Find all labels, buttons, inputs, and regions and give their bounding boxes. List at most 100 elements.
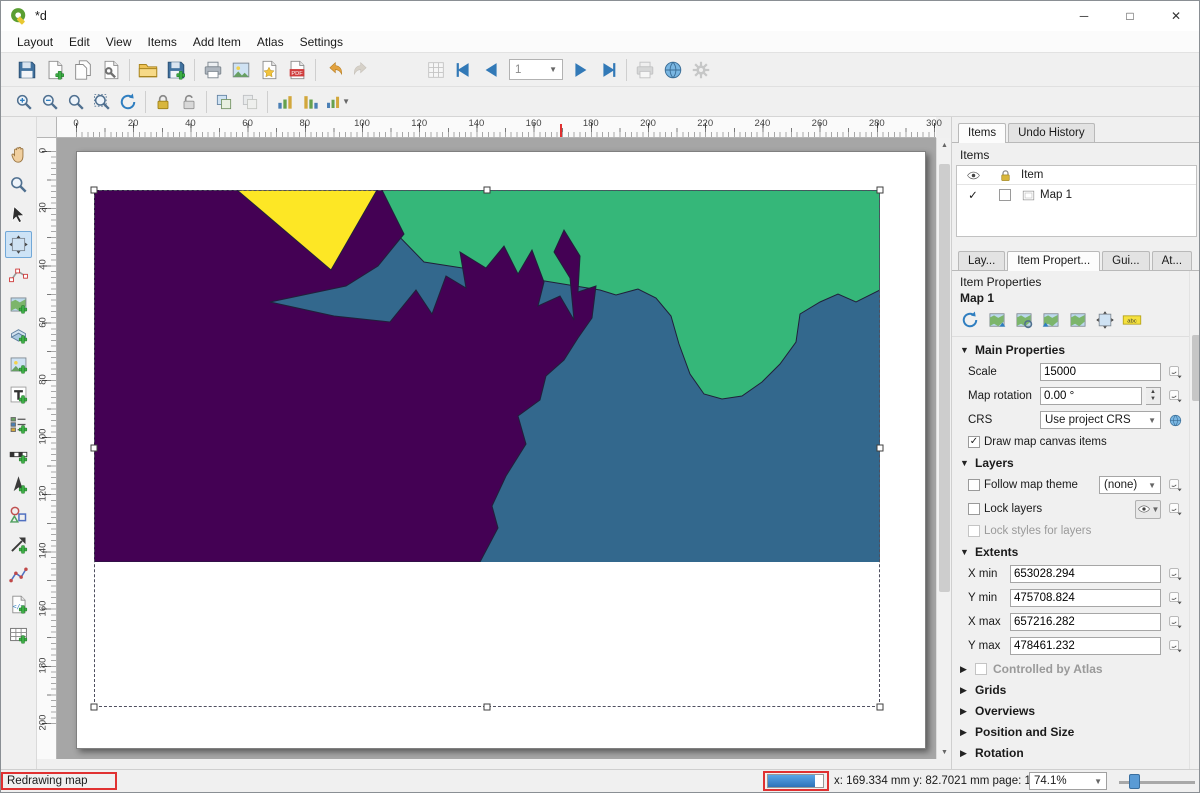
pan-layout-button[interactable] bbox=[5, 141, 32, 168]
atlas-last-feature-button[interactable] bbox=[594, 56, 622, 84]
atlas-previous-feature-button[interactable] bbox=[478, 56, 506, 84]
section-controlled-by-atlas[interactable]: ▶Controlled by Atlas bbox=[958, 658, 1185, 679]
add-3d-map-button[interactable] bbox=[5, 321, 32, 348]
resize-arrange-button[interactable]: ▼ bbox=[324, 89, 350, 115]
canvas-vertical-scrollbar[interactable]: ▲ ▼ bbox=[936, 138, 951, 759]
minimize-button[interactable]: ─ bbox=[1061, 1, 1107, 31]
interactively-edit-extent-button[interactable] bbox=[1093, 308, 1117, 332]
labeling-settings-button[interactable] bbox=[1120, 308, 1144, 332]
select-move-item-button[interactable] bbox=[5, 201, 32, 228]
export-svg-button[interactable] bbox=[255, 56, 283, 84]
save-project-button[interactable] bbox=[13, 56, 41, 84]
data-defined-override-button[interactable] bbox=[1165, 500, 1185, 519]
selection-handle[interactable] bbox=[877, 704, 884, 711]
unlock-all-items-button[interactable] bbox=[176, 89, 202, 115]
follow-map-theme-checkbox[interactable] bbox=[968, 479, 980, 491]
add-items-from-template-button[interactable] bbox=[134, 56, 162, 84]
controlled-by-atlas-checkbox[interactable] bbox=[975, 663, 987, 675]
zoom-level-combo[interactable]: 74.1%▼ bbox=[1029, 772, 1107, 790]
set-map-extent-to-canvas-button[interactable] bbox=[985, 308, 1009, 332]
add-shape-button[interactable] bbox=[5, 501, 32, 528]
export-pdf-button[interactable] bbox=[283, 56, 311, 84]
spin-down-icon[interactable]: ▼ bbox=[1150, 396, 1156, 403]
undo-button[interactable] bbox=[320, 56, 348, 84]
print-layout-button[interactable] bbox=[199, 56, 227, 84]
x-min-input[interactable] bbox=[1010, 565, 1161, 583]
lock-selected-items-button[interactable] bbox=[150, 89, 176, 115]
duplicate-layout-button[interactable] bbox=[69, 56, 97, 84]
selection-handle[interactable] bbox=[877, 187, 884, 194]
panel-scrollbar[interactable] bbox=[1189, 271, 1200, 769]
set-scale-to-canvas-button[interactable] bbox=[1039, 308, 1063, 332]
crs-properties-button[interactable] bbox=[1165, 411, 1185, 430]
zoom-in-button[interactable] bbox=[11, 89, 37, 115]
redo-button[interactable] bbox=[348, 56, 376, 84]
tab-items[interactable]: Items bbox=[958, 123, 1006, 143]
tab-atlas[interactable]: At... bbox=[1152, 251, 1192, 270]
section-overviews[interactable]: ▶Overviews bbox=[958, 700, 1185, 721]
selection-handle[interactable] bbox=[484, 704, 491, 711]
add-node-item-button[interactable] bbox=[5, 561, 32, 588]
scale-input[interactable] bbox=[1040, 363, 1161, 381]
menu-edit[interactable]: Edit bbox=[61, 33, 98, 51]
atlas-next-feature-button[interactable] bbox=[566, 56, 594, 84]
menu-items[interactable]: Items bbox=[140, 33, 185, 51]
tab-item-properties[interactable]: Item Propert... bbox=[1007, 251, 1100, 271]
item-name[interactable]: Map 1 bbox=[1040, 189, 1072, 201]
x-max-input[interactable] bbox=[1010, 613, 1161, 631]
add-html-button[interactable] bbox=[5, 591, 32, 618]
group-items-button[interactable] bbox=[211, 89, 237, 115]
add-legend-button[interactable] bbox=[5, 411, 32, 438]
scroll-up-icon[interactable]: ▲ bbox=[937, 138, 952, 152]
menu-add-item[interactable]: Add Item bbox=[185, 33, 249, 51]
data-defined-override-button[interactable] bbox=[1165, 565, 1185, 584]
selection-handle[interactable] bbox=[877, 445, 884, 452]
add-label-button[interactable] bbox=[5, 381, 32, 408]
item-row-map1[interactable]: ✓ Map 1 bbox=[957, 185, 1196, 205]
scroll-down-icon[interactable]: ▼ bbox=[937, 745, 952, 759]
add-picture-button[interactable] bbox=[5, 351, 32, 378]
save-as-template-button[interactable] bbox=[162, 56, 190, 84]
tab-layout[interactable]: Lay... bbox=[958, 251, 1005, 270]
zoom-tool-button[interactable] bbox=[5, 171, 32, 198]
layout-manager-button[interactable] bbox=[97, 56, 125, 84]
selection-handle[interactable] bbox=[484, 187, 491, 194]
refresh-view-button[interactable] bbox=[115, 89, 141, 115]
lock-styles-checkbox[interactable] bbox=[968, 525, 980, 537]
atlas-feature-combo[interactable]: 1▼ bbox=[509, 59, 563, 80]
maximize-button[interactable]: □ bbox=[1107, 1, 1153, 31]
view-extent-in-canvas-button[interactable] bbox=[1012, 308, 1036, 332]
update-map-preview-button[interactable] bbox=[958, 308, 982, 332]
menu-view[interactable]: View bbox=[98, 33, 140, 51]
menu-layout[interactable]: Layout bbox=[9, 33, 61, 51]
add-scalebar-button[interactable] bbox=[5, 441, 32, 468]
menu-atlas[interactable]: Atlas bbox=[249, 33, 292, 51]
lock-layers-checkbox[interactable] bbox=[968, 503, 980, 515]
spin-up-icon[interactable]: ▲ bbox=[1150, 389, 1156, 396]
menu-settings[interactable]: Settings bbox=[292, 33, 351, 51]
preview-atlas-button[interactable] bbox=[422, 56, 450, 84]
crs-dropdown[interactable]: Use project CRS▼ bbox=[1040, 411, 1161, 429]
section-position-and-size[interactable]: ▶Position and Size bbox=[958, 721, 1185, 742]
scrollbar-thumb[interactable] bbox=[939, 164, 950, 592]
layout-canvas[interactable] bbox=[57, 138, 936, 759]
map-rotation-input[interactable] bbox=[1040, 387, 1142, 405]
export-atlas-button[interactable] bbox=[687, 56, 715, 84]
atlas-first-feature-button[interactable] bbox=[450, 56, 478, 84]
raise-selected-items-button[interactable] bbox=[272, 89, 298, 115]
atlas-settings-button[interactable] bbox=[659, 56, 687, 84]
draw-canvas-items-checkbox[interactable]: ✓ bbox=[968, 436, 980, 448]
section-layers[interactable]: ▼Layers bbox=[958, 452, 1185, 473]
ungroup-items-button[interactable] bbox=[237, 89, 263, 115]
data-defined-override-button[interactable] bbox=[1165, 637, 1185, 656]
add-north-arrow-button[interactable] bbox=[5, 471, 32, 498]
data-defined-override-button[interactable] bbox=[1165, 589, 1185, 608]
visibility-presets-button[interactable]: ▼ bbox=[1135, 500, 1161, 519]
zoom-actual-size-button[interactable] bbox=[63, 89, 89, 115]
move-item-content-button[interactable] bbox=[5, 231, 32, 258]
spinner-buttons[interactable]: ▲▼ bbox=[1146, 387, 1161, 405]
data-defined-override-button[interactable] bbox=[1165, 476, 1185, 495]
y-min-input[interactable] bbox=[1010, 589, 1161, 607]
section-main-properties[interactable]: ▼Main Properties bbox=[958, 339, 1185, 360]
data-defined-override-button[interactable] bbox=[1165, 363, 1185, 382]
